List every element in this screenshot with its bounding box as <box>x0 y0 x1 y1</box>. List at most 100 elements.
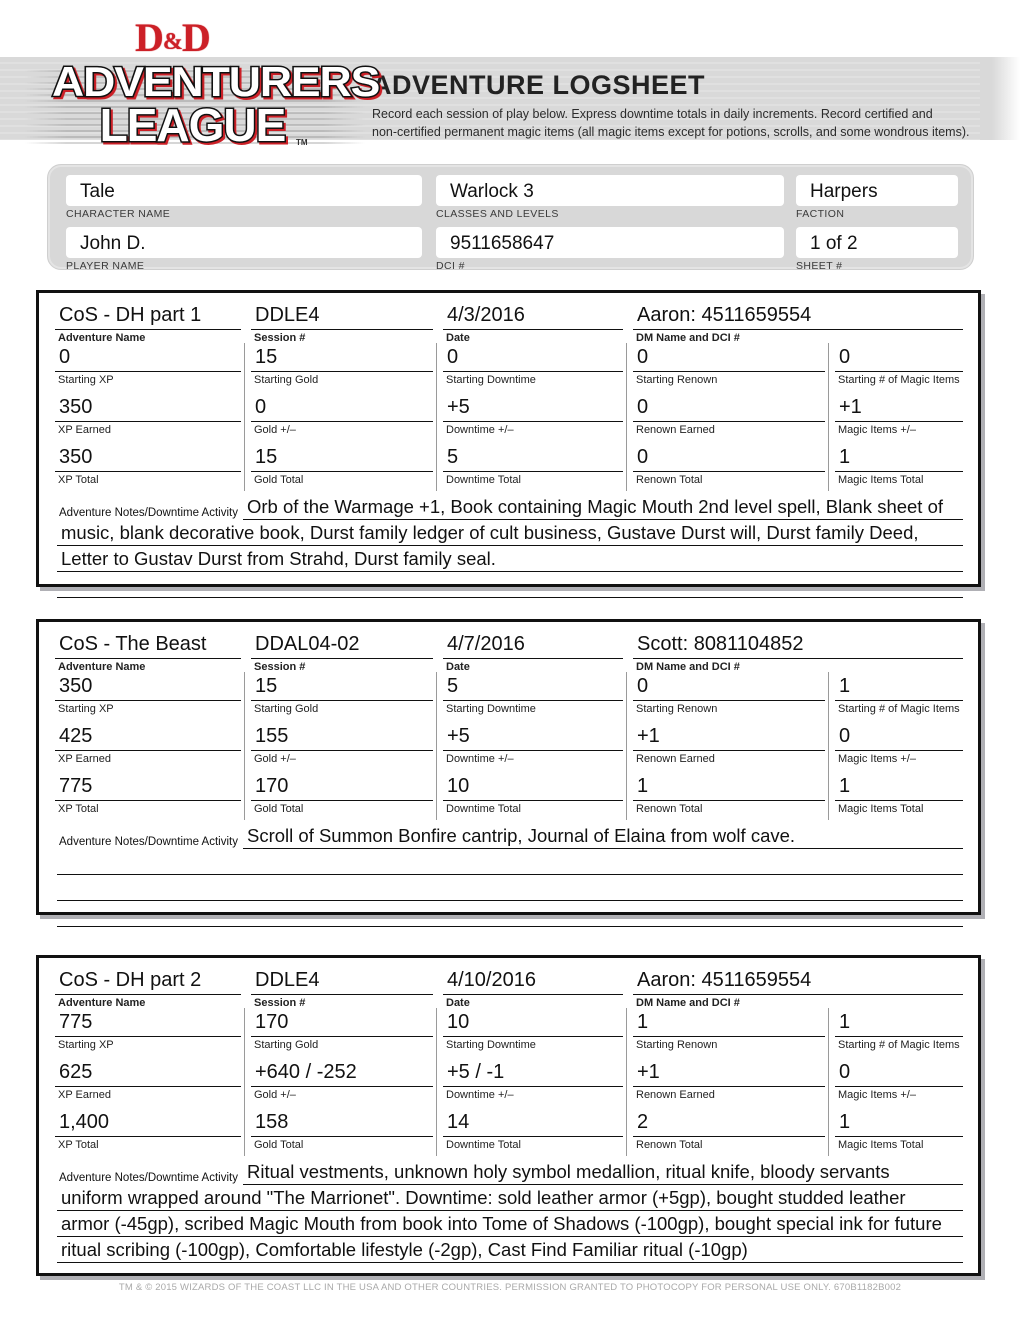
field-starting-xp[interactable]: 775 Starting XP <box>55 1008 241 1051</box>
field-gold-total[interactable]: 158 Gold Total <box>251 1108 433 1151</box>
field-dm[interactable]: Scott: 8081104852 DM Name and DCI # <box>633 630 963 673</box>
field-starting-gold[interactable]: 15 Starting Gold <box>251 343 433 386</box>
starting-downtime-label: Starting Downtime <box>446 703 536 715</box>
column-divider <box>244 343 245 491</box>
field-session[interactable]: DDAL04-02 Session # <box>251 630 433 673</box>
field-xp-earned[interactable]: 350 XP Earned <box>55 393 241 436</box>
field-gold-delta[interactable]: 155 Gold +/– <box>251 722 433 765</box>
downtime-delta-label: Downtime +/– <box>446 753 514 765</box>
field-gold-total[interactable]: 170 Gold Total <box>251 772 433 815</box>
field-date[interactable]: 4/7/2016 Date <box>443 630 623 673</box>
notes-ruled-line <box>243 1184 963 1185</box>
starting-magic-items-label: Starting # of Magic Items <box>838 703 960 715</box>
faction-field[interactable]: Harpers <box>796 175 958 206</box>
adventure-name-value: CoS - DH part 2 <box>59 969 202 991</box>
downtime-delta-value: +5 <box>447 725 470 747</box>
magic-items-total-label: Magic Items Total <box>838 803 924 815</box>
notes-ruled-line <box>57 1262 963 1263</box>
field-magic-items-delta[interactable]: 0 Magic Items +/– <box>835 1058 963 1101</box>
column-divider <box>436 1008 437 1156</box>
field-downtime-total[interactable]: 10 Downtime Total <box>443 772 623 815</box>
downtime-total-label: Downtime Total <box>446 474 521 486</box>
field-magic-items-total[interactable]: 1 Magic Items Total <box>835 1108 963 1151</box>
field-dm[interactable]: Aaron: 4511659554 DM Name and DCI # <box>633 301 963 344</box>
sheet-number-field[interactable]: 1 of 2 <box>796 227 958 258</box>
field-starting-gold[interactable]: 15 Starting Gold <box>251 672 433 715</box>
character-name-field[interactable]: Tale <box>66 175 422 206</box>
date-value: 4/7/2016 <box>447 633 525 655</box>
field-starting-gold[interactable]: 170 Starting Gold <box>251 1008 433 1051</box>
page-header: D&D ADVENTURERS LEAGUE TM Adventure Logs… <box>0 0 1020 153</box>
renown-total-value: 1 <box>637 775 649 797</box>
field-session[interactable]: DDLE4 Session # <box>251 301 433 344</box>
field-date[interactable]: 4/10/2016 Date <box>443 966 623 1009</box>
field-starting-magic-items[interactable]: 0 Starting # of Magic Items <box>835 343 963 386</box>
field-downtime-delta[interactable]: +5 Downtime +/– <box>443 393 623 436</box>
field-starting-renown[interactable]: 0 Starting Renown <box>633 343 825 386</box>
field-dm[interactable]: Aaron: 4511659554 DM Name and DCI # <box>633 966 963 1009</box>
adventure-block: CoS - DH part 1 Adventure Name DDLE4 Sessio… <box>36 290 981 598</box>
field-magic-items-total[interactable]: 1 Magic Items Total <box>835 772 963 815</box>
field-xp-total[interactable]: 1,400 XP Total <box>55 1108 241 1151</box>
session-value: DDAL04-02 <box>255 633 360 655</box>
column-divider <box>626 1008 627 1156</box>
field-starting-magic-items[interactable]: 1 Starting # of Magic Items <box>835 672 963 715</box>
gold-total-value: 158 <box>255 1111 289 1133</box>
notes-ruled-line <box>57 900 963 901</box>
column-divider <box>828 343 829 491</box>
sheet-number-label: SHEET # <box>796 260 843 272</box>
field-starting-downtime[interactable]: 0 Starting Downtime <box>443 343 623 386</box>
field-session[interactable]: DDLE4 Session # <box>251 966 433 1009</box>
field-renown-total[interactable]: 0 Renown Total <box>633 443 825 486</box>
notes-line-text: music, blank decorative book, Durst fami… <box>61 522 919 543</box>
field-renown-total[interactable]: 2 Renown Total <box>633 1108 825 1151</box>
field-magic-items-total[interactable]: 1 Magic Items Total <box>835 443 963 486</box>
field-downtime-delta[interactable]: +5 Downtime +/– <box>443 722 623 765</box>
field-starting-downtime[interactable]: 10 Starting Downtime <box>443 1008 623 1051</box>
field-adventure-name[interactable]: CoS - The Beast Adventure Name <box>55 630 241 673</box>
field-gold-total[interactable]: 15 Gold Total <box>251 443 433 486</box>
field-magic-items-delta[interactable]: +1 Magic Items +/– <box>835 393 963 436</box>
field-renown-earned[interactable]: +1 Renown Earned <box>633 1058 825 1101</box>
column-divider <box>828 672 829 820</box>
field-downtime-total[interactable]: 14 Downtime Total <box>443 1108 623 1151</box>
adventure-notes-area[interactable]: Adventure Notes/Downtime Activity Scroll … <box>39 822 978 927</box>
dm-label: DM Name and DCI # <box>636 997 740 1009</box>
field-downtime-total[interactable]: 5 Downtime Total <box>443 443 623 486</box>
classes-and-levels-field[interactable]: Warlock 3 <box>436 175 784 206</box>
field-xp-earned[interactable]: 425 XP Earned <box>55 722 241 765</box>
field-xp-total[interactable]: 775 XP Total <box>55 772 241 815</box>
gold-total-value: 15 <box>255 446 278 468</box>
field-adventure-name[interactable]: CoS - DH part 2 Adventure Name <box>55 966 241 1009</box>
field-starting-xp[interactable]: 0 Starting XP <box>55 343 241 386</box>
starting-xp-label: Starting XP <box>58 703 114 715</box>
xp-earned-label: XP Earned <box>58 424 112 436</box>
field-renown-earned[interactable]: +1 Renown Earned <box>633 722 825 765</box>
field-gold-delta[interactable]: 0 Gold +/– <box>251 393 433 436</box>
field-starting-renown[interactable]: 0 Starting Renown <box>633 672 825 715</box>
notes-ruled-line <box>243 848 963 849</box>
field-downtime-delta[interactable]: +5 / -1 Downtime +/– <box>443 1058 623 1101</box>
adventure-notes-area[interactable]: Adventure Notes/Downtime Activity Ritual … <box>39 1158 978 1273</box>
adventure-name-value: CoS - The Beast <box>59 633 207 655</box>
field-starting-xp[interactable]: 350 Starting XP <box>55 672 241 715</box>
field-starting-magic-items[interactable]: 1 Starting # of Magic Items <box>835 1008 963 1051</box>
field-magic-items-delta[interactable]: 0 Magic Items +/– <box>835 722 963 765</box>
field-starting-downtime[interactable]: 5 Starting Downtime <box>443 672 623 715</box>
field-xp-total[interactable]: 350 XP Total <box>55 443 241 486</box>
field-renown-total[interactable]: 1 Renown Total <box>633 772 825 815</box>
dci-field[interactable]: 9511658647 <box>436 227 784 258</box>
player-name-field[interactable]: John D. <box>66 227 422 258</box>
field-xp-earned[interactable]: 625 XP Earned <box>55 1058 241 1101</box>
field-starting-renown[interactable]: 1 Starting Renown <box>633 1008 825 1051</box>
xp-earned-value: 425 <box>59 725 93 747</box>
field-renown-earned[interactable]: 0 Renown Earned <box>633 393 825 436</box>
field-date[interactable]: 4/3/2016 Date <box>443 301 623 344</box>
field-adventure-name[interactable]: CoS - DH part 1 Adventure Name <box>55 301 241 344</box>
notes-ruled-line <box>57 571 963 572</box>
starting-downtime-label: Starting Downtime <box>446 374 536 386</box>
dm-label: DM Name and DCI # <box>636 661 740 673</box>
adventure-notes-area[interactable]: Adventure Notes/Downtime Activity Orb of … <box>39 493 978 598</box>
field-gold-delta[interactable]: +640 / -252 Gold +/– <box>251 1058 433 1101</box>
column-divider <box>244 672 245 820</box>
